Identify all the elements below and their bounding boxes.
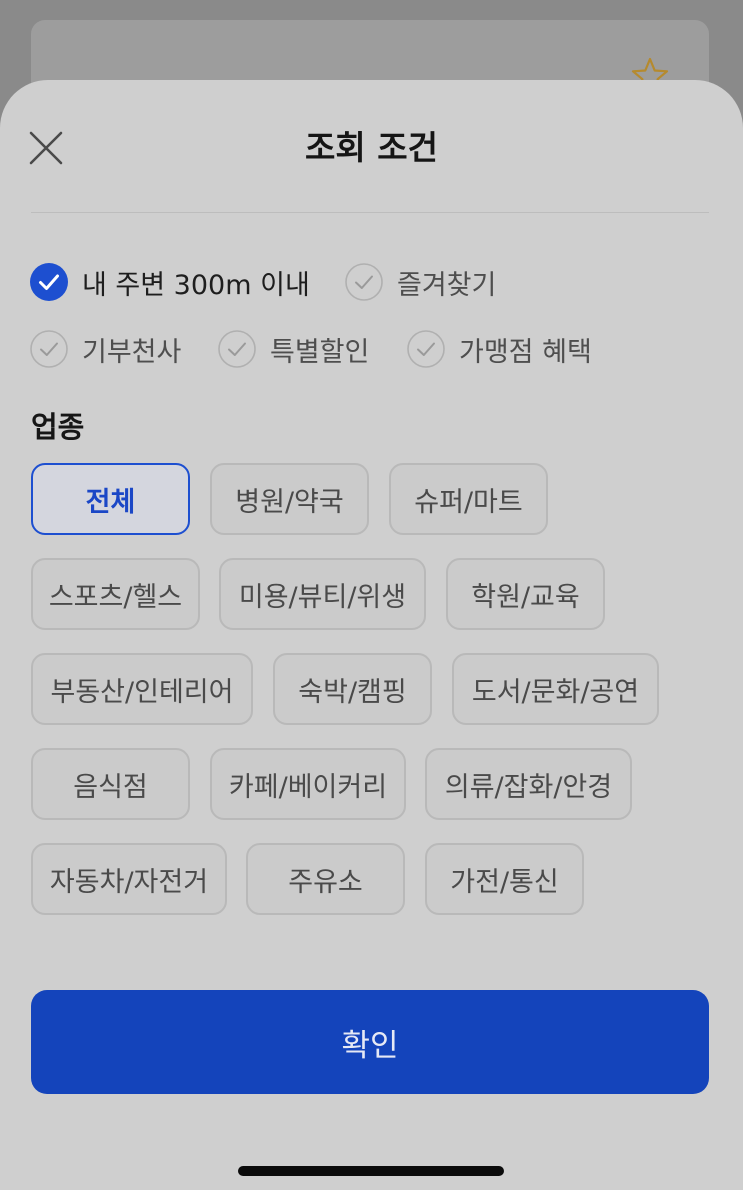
chip-sports-health[interactable]: 스포츠/헬스	[31, 558, 200, 630]
chip-hospital-pharmacy[interactable]: 병원/약국	[210, 463, 369, 535]
filter-favorites[interactable]: 즐겨찾기	[345, 262, 496, 302]
filter-donation-angel[interactable]: 기부천사	[30, 329, 181, 369]
filter-label: 가맹점 혜택	[459, 336, 592, 368]
filter-special-discount[interactable]: 특별할인	[218, 329, 369, 369]
chip-cafe-bakery[interactable]: 카페/베이커리	[210, 748, 406, 820]
chip-car-bicycle[interactable]: 자동차/자전거	[31, 843, 227, 915]
filter-label: 즐겨찾기	[397, 269, 497, 301]
chip-clothing-goods[interactable]: 의류/잡화/안경	[425, 748, 632, 820]
chip-beauty-hygiene[interactable]: 미용/뷰티/위생	[219, 558, 426, 630]
category-section-label: 업종	[31, 410, 85, 444]
filter-label: 내 주변 300m 이내	[82, 269, 310, 301]
unchecked-circle-icon	[345, 263, 383, 301]
filter-label: 기부천사	[82, 336, 182, 368]
page-title: 조회 조건	[305, 128, 438, 167]
chip-all[interactable]: 전체	[31, 463, 190, 535]
chip-lodging-camping[interactable]: 숙박/캠핑	[273, 653, 432, 725]
confirm-button[interactable]: 확인	[31, 990, 709, 1094]
filter-nearby-300m[interactable]: 내 주변 300m 이내	[30, 262, 310, 302]
chip-academy-education[interactable]: 학원/교육	[446, 558, 605, 630]
filter-label: 특별할인	[270, 336, 370, 368]
chip-realestate-interior[interactable]: 부동산/인테리어	[31, 653, 253, 725]
header-divider	[31, 212, 709, 213]
unchecked-circle-icon	[30, 330, 68, 368]
chip-books-culture[interactable]: 도서/문화/공연	[452, 653, 659, 725]
chip-gas-station[interactable]: 주유소	[246, 843, 405, 915]
filter-merchant-benefit[interactable]: 가맹점 혜택	[407, 329, 592, 369]
unchecked-circle-icon	[407, 330, 445, 368]
chip-super-mart[interactable]: 슈퍼/마트	[389, 463, 548, 535]
chip-electronics-telecom[interactable]: 가전/통신	[425, 843, 584, 915]
checked-circle-icon	[30, 263, 68, 301]
chip-restaurant[interactable]: 음식점	[31, 748, 190, 820]
unchecked-circle-icon	[218, 330, 256, 368]
home-indicator	[238, 1166, 504, 1176]
